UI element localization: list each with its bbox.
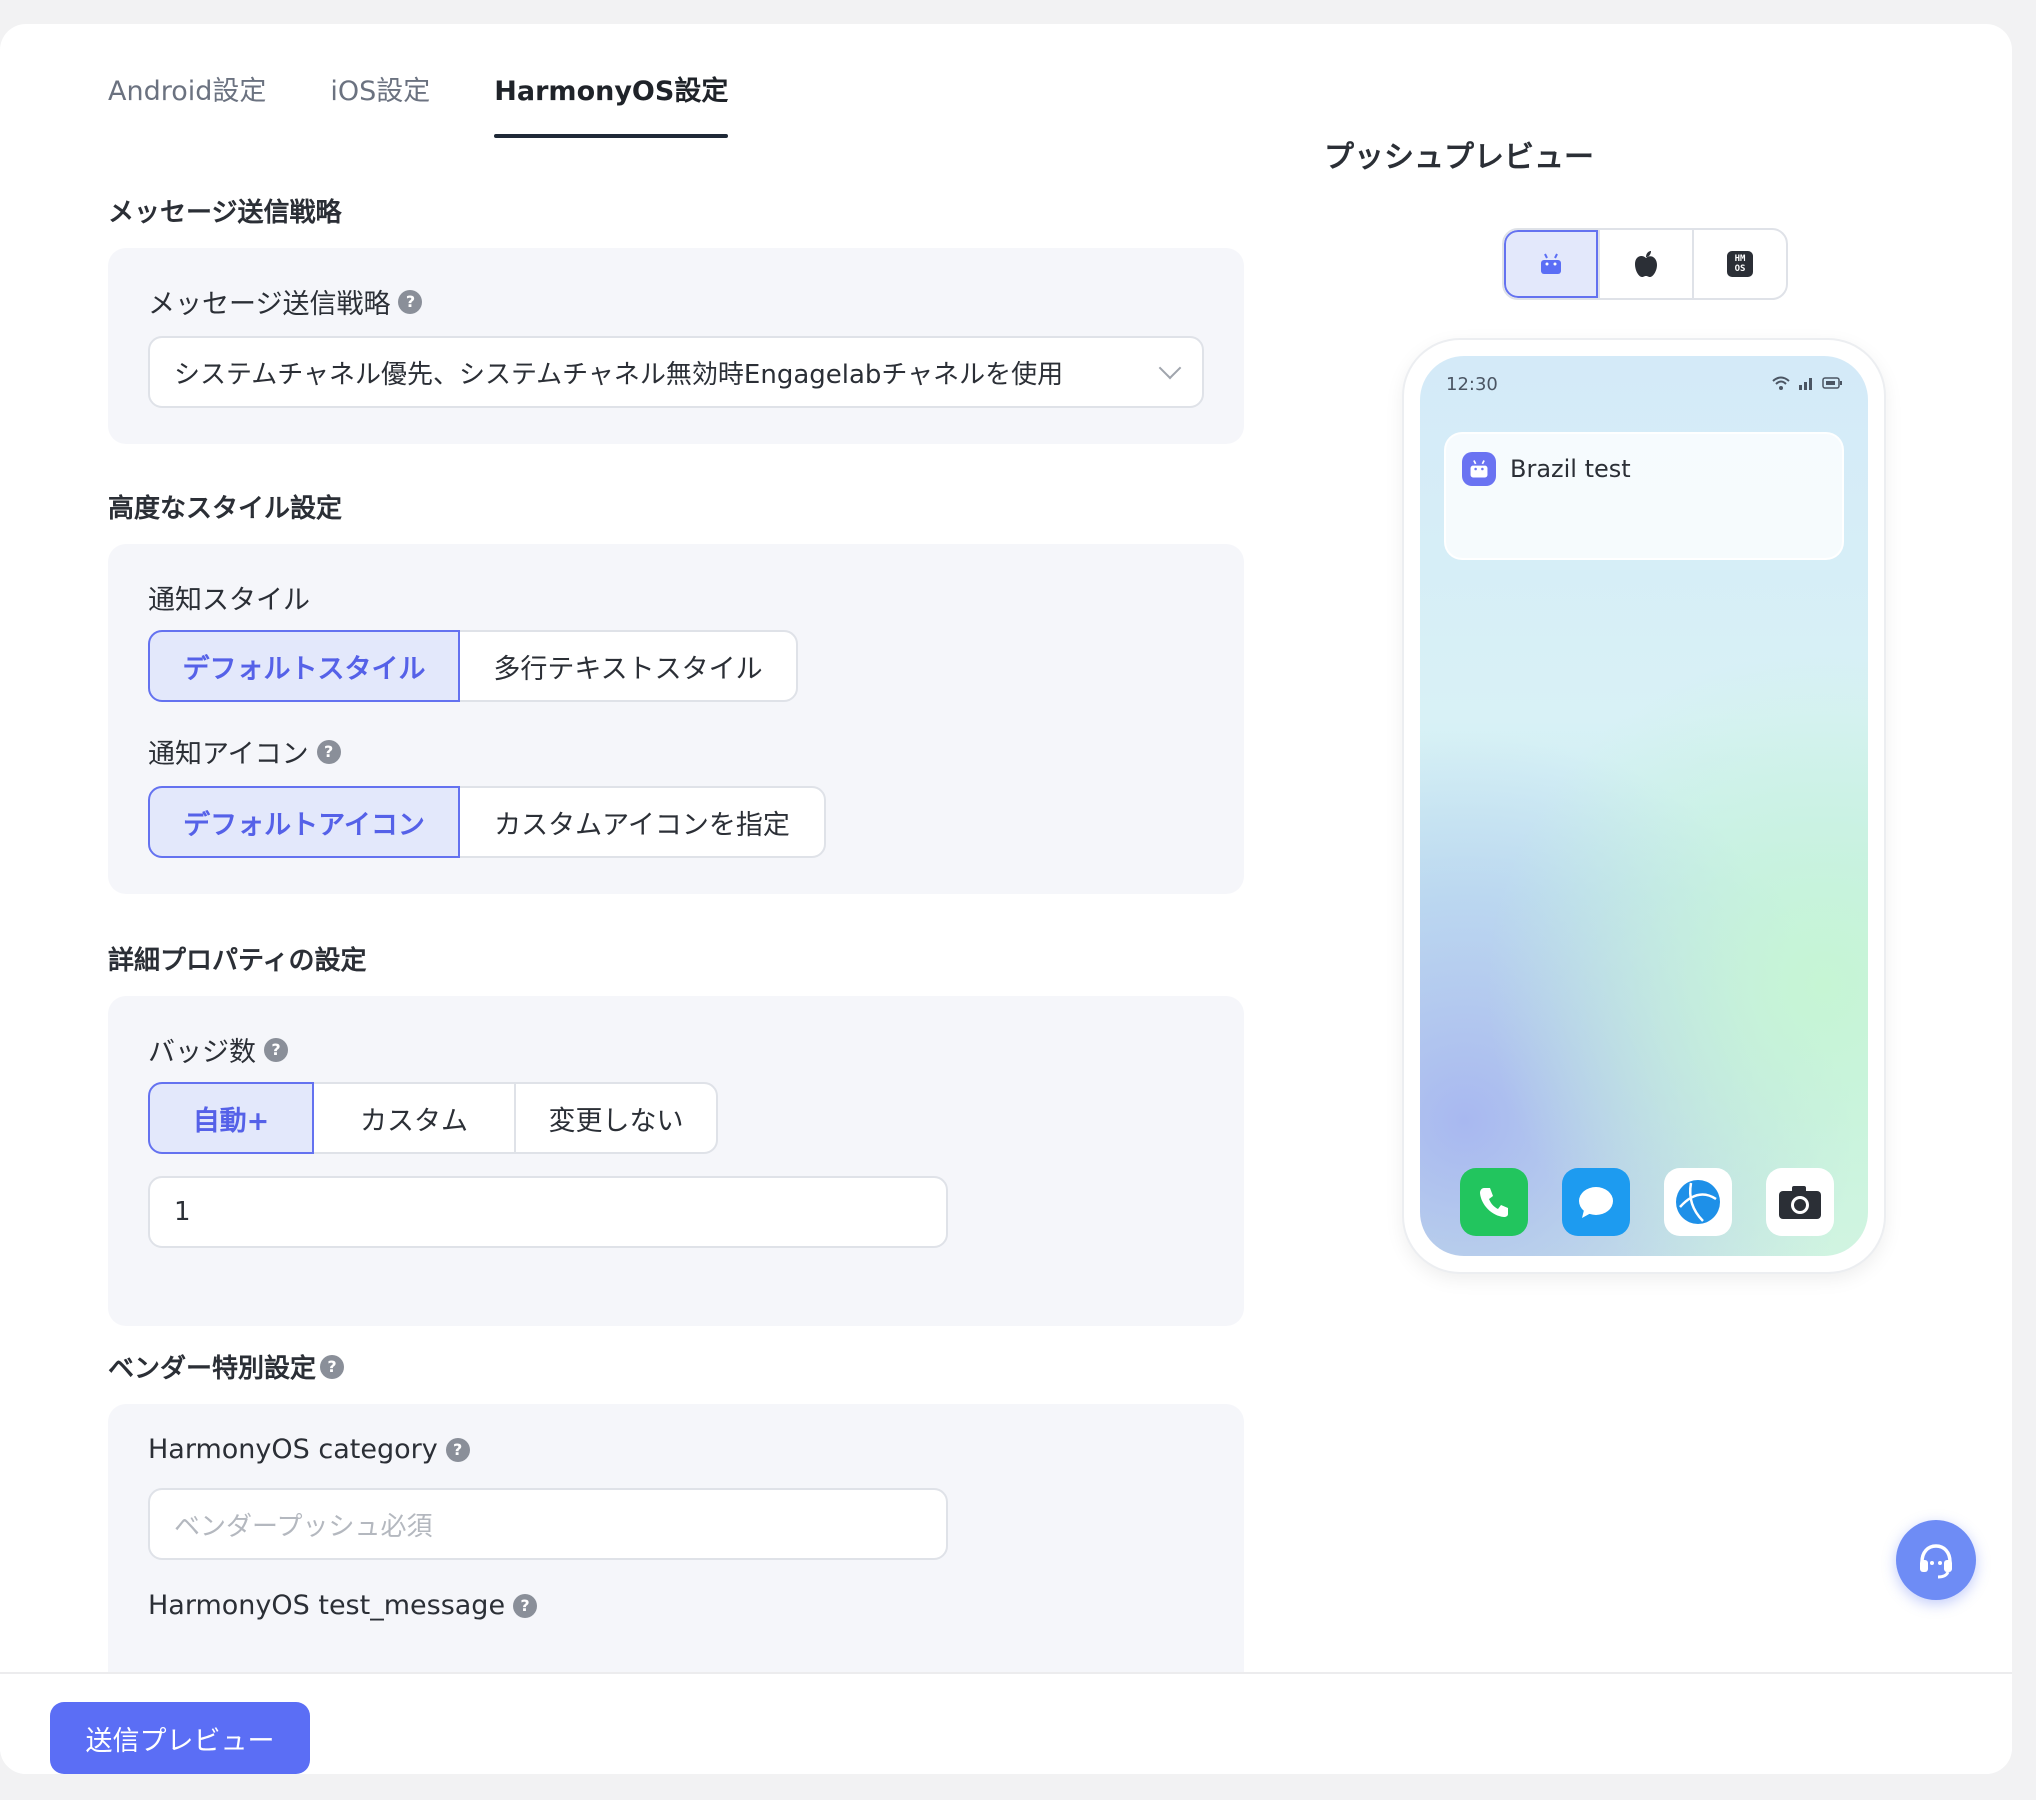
notif-icon-segment: デフォルトアイコン カスタムアイコンを指定 [148, 786, 826, 858]
wifi-icon [1772, 376, 1790, 390]
category-label: HarmonyOS category ? [148, 1434, 470, 1465]
browser-app [1664, 1168, 1732, 1236]
help-icon[interactable]: ? [320, 1354, 345, 1379]
battery-icon [1822, 377, 1842, 389]
platform-tabs: Android設定 iOS設定 HarmonyOS設定 [108, 72, 792, 138]
preview-title: プッシュプレビュー [1324, 140, 1594, 175]
strategy-label-text: メッセージ送信戦略 [148, 289, 391, 320]
apple-icon [1635, 251, 1657, 277]
tab-ios[interactable]: iOS設定 [330, 72, 430, 138]
notif-icon-custom-button[interactable]: カスタムアイコンを指定 [458, 786, 826, 858]
section-title-strategy: メッセージ送信戦略 [108, 198, 342, 228]
harmonyos-icon: HM OS [1727, 251, 1753, 277]
panel-style: 通知スタイル デフォルトスタイル 多行テキストスタイル 通知アイコン ? デフォ… [108, 544, 1244, 894]
notif-style-segment: デフォルトスタイル 多行テキストスタイル [148, 630, 798, 702]
android-icon [1541, 253, 1561, 274]
preview-android-button[interactable] [1504, 230, 1598, 298]
notification-card: Brazil test [1444, 432, 1844, 560]
camera-icon [1779, 1186, 1821, 1219]
send-preview-button[interactable]: 送信プレビュー [50, 1702, 310, 1774]
help-icon[interactable]: ? [316, 739, 341, 764]
notif-icon-default-button[interactable]: デフォルトアイコン [148, 786, 460, 858]
camera-app [1766, 1168, 1834, 1236]
badge-label: バッジ数 ? [148, 1030, 288, 1069]
tab-android[interactable]: Android設定 [108, 72, 266, 138]
section-title-style: 高度なスタイル設定 [108, 494, 343, 524]
help-icon[interactable]: ? [398, 289, 423, 314]
browser-icon [1676, 1180, 1720, 1224]
notif-icon-label-text: 通知アイコン [148, 739, 309, 770]
panel-vendor: HarmonyOS category ? ベンダープッシュ必須 HarmonyO… [108, 1404, 1244, 1704]
notif-style-default-button[interactable]: デフォルトスタイル [148, 630, 460, 702]
support-chat-button[interactable] [1896, 1520, 1976, 1600]
section-title-vendor: ベンダー特別設定 ? [108, 1348, 345, 1385]
phone-mockup: 12:30 Brazil test [1404, 340, 1884, 1272]
section-title-props: 詳細プロパティの設定 [108, 946, 367, 976]
badge-label-text: バッジ数 [148, 1037, 256, 1068]
help-icon[interactable]: ? [513, 1593, 538, 1618]
phone-icon [1480, 1188, 1508, 1217]
strategy-label: メッセージ送信戦略 ? [148, 282, 423, 321]
badge-number-input[interactable]: 1 [148, 1176, 948, 1248]
category-input[interactable]: ベンダープッシュ必須 [148, 1488, 948, 1560]
help-icon[interactable]: ? [264, 1037, 288, 1062]
app-dock [1460, 1168, 1834, 1236]
chevron-down-icon [1158, 356, 1182, 380]
message-app [1562, 1168, 1630, 1236]
strategy-select[interactable]: システムチャネル優先、システムチャネル無効時Engagelabチャネルを使用 [148, 336, 1204, 408]
footer-bar: 送信プレビュー [0, 1672, 2012, 1774]
notif-style-label: 通知スタイル [148, 578, 310, 617]
strategy-selected-value: システムチャネル優先、システムチャネル無効時Engagelabチャネルを使用 [174, 359, 1064, 390]
test-message-label-text: HarmonyOS test_message [148, 1590, 506, 1621]
badge-custom-button[interactable]: カスタム [312, 1082, 516, 1154]
notif-icon-label: 通知アイコン ? [148, 732, 341, 771]
help-icon[interactable]: ? [445, 1437, 470, 1462]
badge-segment: 自動+ カスタム 変更しない [148, 1082, 718, 1154]
preview-platform-switch: HM OS [1502, 228, 1788, 300]
phone-screen: 12:30 Brazil test [1420, 356, 1868, 1256]
badge-nochange-button[interactable]: 変更しない [514, 1082, 718, 1154]
app-icon [1462, 452, 1496, 486]
category-label-text: HarmonyOS category [148, 1434, 438, 1465]
android-icon [1470, 460, 1488, 478]
notification-title: Brazil test [1510, 455, 1631, 483]
vendor-title-text: ベンダー特別設定 [108, 1354, 317, 1384]
status-icons [1772, 376, 1842, 390]
status-time: 12:30 [1446, 374, 1498, 395]
panel-props: バッジ数 ? 自動+ カスタム 変更しない 1 [108, 996, 1244, 1326]
notif-style-label-text: 通知スタイル [148, 585, 310, 616]
phone-app [1460, 1168, 1528, 1236]
notif-style-multiline-button[interactable]: 多行テキストスタイル [458, 630, 798, 702]
headset-icon [1920, 1544, 1952, 1579]
test-message-label: HarmonyOS test_message ? [148, 1590, 538, 1621]
settings-card: Android設定 iOS設定 HarmonyOS設定 メッセージ送信戦略 メッ… [0, 24, 2012, 1774]
preview-ios-button[interactable] [1598, 230, 1692, 298]
preview-harmonyos-button[interactable]: HM OS [1692, 230, 1786, 298]
panel-strategy: メッセージ送信戦略 ? システムチャネル優先、システムチャネル無効時Engage… [108, 248, 1244, 444]
tab-harmonyos[interactable]: HarmonyOS設定 [494, 72, 729, 138]
message-icon [1579, 1187, 1613, 1218]
badge-auto-button[interactable]: 自動+ [148, 1082, 314, 1154]
signal-icon [1799, 378, 1812, 390]
